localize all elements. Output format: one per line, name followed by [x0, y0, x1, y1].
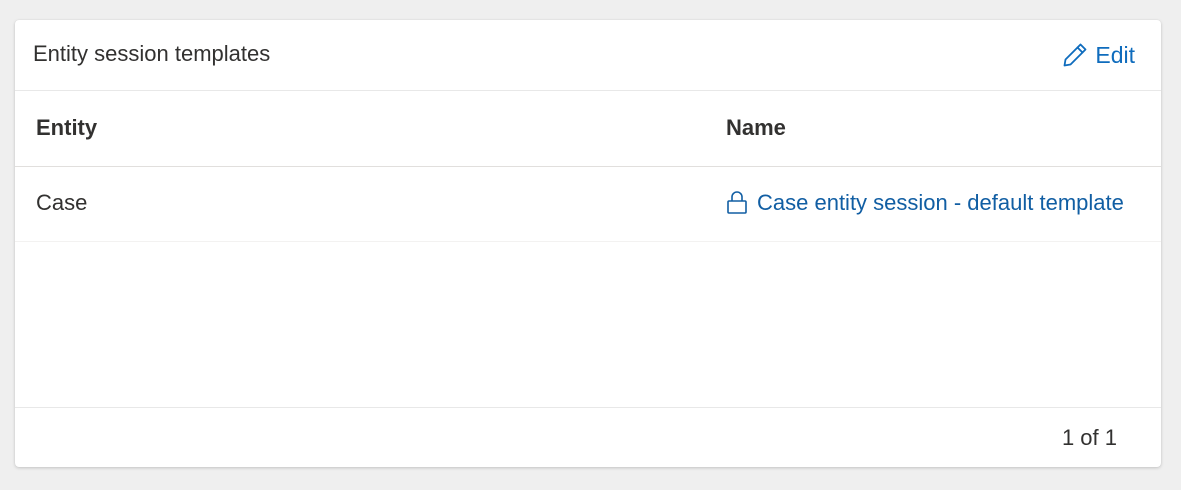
lock-icon	[726, 190, 748, 216]
table-row[interactable]: Case Case entity session - default templ…	[15, 167, 1161, 242]
card-header: Entity session templates Edit	[15, 20, 1161, 91]
column-header-entity[interactable]: Entity	[36, 115, 97, 141]
edit-button-label: Edit	[1095, 41, 1135, 68]
table-header-row: Entity Name	[15, 91, 1161, 167]
template-link[interactable]: Case entity session - default template	[726, 190, 1124, 216]
card-title: Entity session templates	[33, 41, 271, 66]
pencil-icon	[1061, 41, 1089, 69]
column-header-name[interactable]: Name	[726, 115, 786, 141]
entity-session-templates-card: Entity session templates Edit Entity Nam…	[15, 20, 1161, 467]
cell-entity: Case	[36, 190, 88, 215]
pagination-text: 1 of 1	[1061, 425, 1117, 450]
template-link-label: Case entity session - default template	[757, 190, 1124, 215]
card-footer: 1 of 1	[15, 407, 1161, 467]
edit-button[interactable]: Edit	[1061, 39, 1135, 71]
